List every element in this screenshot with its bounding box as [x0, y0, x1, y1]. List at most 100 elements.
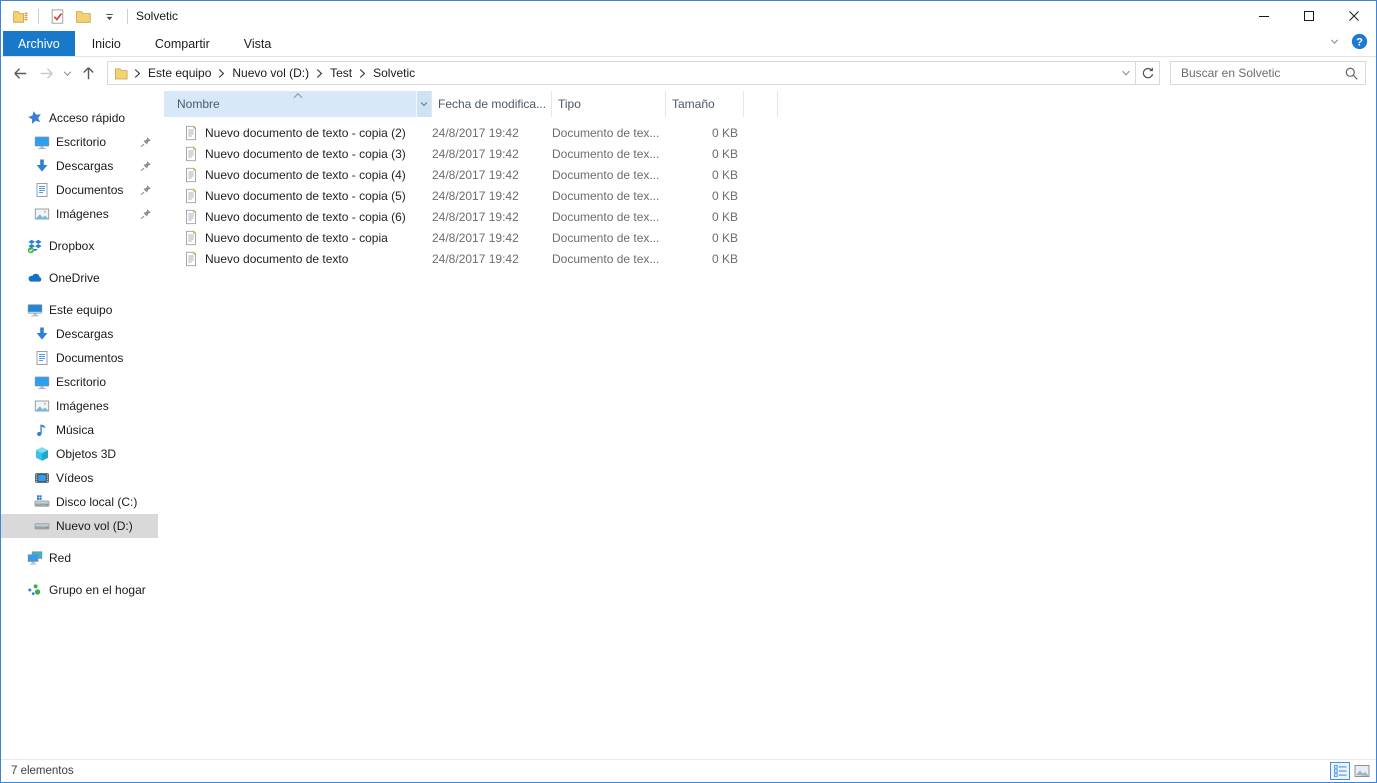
file-row[interactable]: Nuevo documento de texto - copia 24/8/201… [164, 227, 1376, 248]
sidebar-item-escritorio[interactable]: Escritorio [1, 130, 158, 154]
onedrive-icon [27, 270, 43, 286]
refresh-icon[interactable] [1135, 62, 1159, 84]
sidebar-item-label: Acceso rápido [49, 111, 126, 125]
file-date: 24/8/2017 19:42 [432, 125, 519, 140]
file-list-pane: Nombre Fecha de modifica... Tipo Tamaño … [158, 89, 1376, 759]
sidebar-item-vídeos[interactable]: Vídeos [1, 466, 158, 490]
breadcrumb-chevron-icon[interactable] [131, 68, 144, 79]
customize-toolbar-icon[interactable] [99, 6, 119, 26]
column-header-tamano[interactable]: Tamaño [666, 91, 744, 117]
file-name: Nuevo documento de texto - copia (2) [205, 125, 406, 140]
tab-vista[interactable]: Vista [227, 31, 289, 56]
new-folder-icon[interactable] [73, 6, 93, 26]
sidebar-item-label: Documentos [56, 183, 124, 197]
chevron-down-icon[interactable] [1117, 67, 1135, 79]
videos-icon [34, 470, 50, 486]
help-icon[interactable]: ? [1351, 33, 1368, 55]
sidebar-item-este-equipo[interactable]: Este equipo [1, 298, 158, 322]
file-date: 24/8/2017 19:42 [432, 251, 519, 266]
sidebar-group: Este equipo Descargas Documentos Escritorio… [1, 298, 158, 538]
sidebar-item-acceso-rápido[interactable]: Acceso rápido [1, 106, 158, 130]
this-pc-icon [27, 302, 43, 318]
file-row[interactable]: Nuevo documento de texto 24/8/2017 19:42 D… [164, 248, 1376, 269]
sort-ascending-icon [292, 89, 303, 103]
sidebar-item-nuevo-vol-d-[interactable]: Nuevo vol (D:) [1, 514, 158, 538]
toolbar-divider [38, 8, 39, 24]
sidebar-item-label: Red [49, 551, 72, 565]
sidebar-item-onedrive[interactable]: OneDrive [1, 266, 158, 290]
file-row[interactable]: Nuevo documento de texto - copia (2) 24/8… [164, 122, 1376, 143]
file-row[interactable]: Nuevo documento de texto - copia (3) 24/8… [164, 143, 1376, 164]
text-file-icon [183, 229, 199, 246]
tab-archivo[interactable]: Archivo [3, 31, 75, 56]
check-document-icon[interactable] [47, 6, 67, 26]
recent-locations-icon[interactable] [59, 60, 75, 86]
sidebar-group: OneDrive [1, 266, 158, 290]
minimize-button[interactable] [1241, 1, 1286, 31]
file-row[interactable]: Nuevo documento de texto - copia (6) 24/8… [164, 206, 1376, 227]
sidebar-item-documentos[interactable]: Documentos [1, 178, 158, 202]
file-name: Nuevo documento de texto - copia (6) [205, 209, 406, 224]
file-type: Documento de tex... [552, 209, 660, 224]
file-name: Nuevo documento de texto - copia (5) [205, 188, 406, 203]
sidebar-item-red[interactable]: Red [1, 546, 158, 570]
ribbon-tabs: Archivo Inicio Compartir Vista ? [1, 31, 1376, 57]
file-name: Nuevo documento de texto - copia [205, 230, 388, 245]
breadcrumb-chevron-icon[interactable] [313, 68, 326, 79]
column-header-nombre[interactable]: Nombre [164, 91, 432, 117]
sidebar-group: Dropbox [1, 234, 158, 258]
local-disk-icon [34, 494, 50, 510]
maximize-button[interactable] [1286, 1, 1331, 31]
pictures-icon [34, 398, 50, 414]
sidebar-item-descargas[interactable]: Descargas [1, 322, 158, 346]
breadcrumb-chevron-icon[interactable] [215, 68, 228, 79]
details-view-icon[interactable] [1330, 762, 1350, 780]
sidebar-item-imágenes[interactable]: Imágenes [1, 202, 158, 226]
forward-button[interactable] [33, 60, 59, 86]
file-name: Nuevo documento de texto - copia (3) [205, 146, 406, 161]
breadcrumb-item[interactable]: Test [326, 66, 356, 80]
search-icon[interactable] [1337, 66, 1365, 81]
filter-dropdown-icon[interactable] [416, 91, 431, 117]
folder-properties-icon[interactable] [10, 6, 30, 26]
close-button[interactable] [1331, 1, 1376, 31]
sidebar-item-documentos[interactable]: Documentos [1, 346, 158, 370]
column-header-fecha[interactable]: Fecha de modifica... [432, 91, 552, 117]
file-row[interactable]: Nuevo documento de texto - copia (5) 24/8… [164, 185, 1376, 206]
ribbon-collapse-icon[interactable] [1328, 35, 1341, 53]
address-bar-cluster: Este equipo Nuevo vol (D:) Test Solvetic [107, 61, 1160, 85]
thumbnails-view-icon[interactable] [1352, 762, 1372, 780]
sidebar-item-descargas[interactable]: Descargas [1, 154, 158, 178]
breadcrumb-item[interactable]: Este equipo [144, 66, 215, 80]
back-button[interactable] [7, 60, 33, 86]
drive-icon [34, 518, 50, 534]
tab-inicio[interactable]: Inicio [75, 31, 138, 56]
up-button[interactable] [75, 60, 101, 86]
sidebar-item-grupo-en-el-hogar[interactable]: Grupo en el hogar [1, 578, 158, 602]
breadcrumb-item[interactable]: Solvetic [369, 66, 419, 80]
dropbox-icon [27, 238, 43, 254]
column-header-tipo[interactable]: Tipo [552, 91, 666, 117]
breadcrumb-item[interactable]: Nuevo vol (D:) [228, 66, 313, 80]
search-input[interactable] [1171, 66, 1337, 80]
breadcrumb-chevron-icon[interactable] [356, 68, 369, 79]
sidebar-item-label: Vídeos [56, 471, 94, 485]
file-row[interactable]: Nuevo documento de texto - copia (4) 24/8… [164, 164, 1376, 185]
sidebar-item-escritorio[interactable]: Escritorio [1, 370, 158, 394]
file-type: Documento de tex... [552, 251, 660, 266]
file-date: 24/8/2017 19:42 [432, 167, 519, 182]
sidebar-item-dropbox[interactable]: Dropbox [1, 234, 158, 258]
file-date: 24/8/2017 19:42 [432, 188, 519, 203]
pin-icon [140, 208, 152, 220]
window-title: Solvetic [136, 9, 179, 23]
sidebar-item-objetos-3d[interactable]: Objetos 3D [1, 442, 158, 466]
sidebar-item-música[interactable]: Música [1, 418, 158, 442]
desktop-icon [34, 374, 50, 390]
sidebar-item-label: Grupo en el hogar [49, 583, 146, 597]
search-box [1170, 61, 1366, 85]
tab-compartir[interactable]: Compartir [138, 31, 227, 56]
file-size: 0 KB [711, 167, 738, 182]
sidebar-item-disco-local-c-[interactable]: Disco local (C:) [1, 490, 158, 514]
address-bar[interactable]: Este equipo Nuevo vol (D:) Test Solvetic [108, 62, 1135, 84]
sidebar-item-imágenes[interactable]: Imágenes [1, 394, 158, 418]
